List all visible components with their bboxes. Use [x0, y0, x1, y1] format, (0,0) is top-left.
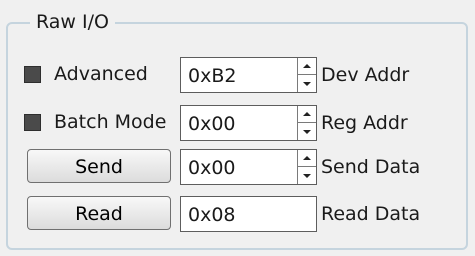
dev-addr-input[interactable]: 0xB2	[188, 64, 236, 88]
read-data-field[interactable]: 0x08	[180, 196, 317, 232]
read-data-label: Read Data	[321, 203, 421, 225]
read-button[interactable]: Read	[27, 196, 171, 230]
reg-addr-label: Reg Addr	[321, 112, 408, 134]
arrow-down-icon	[303, 129, 311, 134]
send-data-spin-up[interactable]	[298, 150, 316, 167]
arrow-up-icon	[303, 112, 311, 116]
reg-addr-spin-down[interactable]	[298, 123, 316, 140]
dev-addr-spin-down[interactable]	[298, 75, 316, 92]
dev-addr-spin-up[interactable]	[298, 58, 316, 75]
dev-addr-spinbox[interactable]: 0xB2	[180, 57, 317, 93]
advanced-checkbox-box[interactable]	[24, 65, 41, 83]
arrow-down-icon	[303, 81, 311, 86]
send-button[interactable]: Send	[27, 149, 171, 183]
dev-addr-spinner[interactable]	[297, 58, 316, 92]
read-data-input[interactable]: 0x08	[188, 203, 236, 227]
batch-mode-checkbox[interactable]: Batch Mode	[24, 104, 166, 140]
batch-mode-label: Batch Mode	[54, 111, 167, 133]
advanced-checkbox[interactable]: Advanced	[24, 56, 148, 92]
send-data-spinner[interactable]	[297, 150, 316, 184]
group-title: Raw I/O	[30, 10, 115, 34]
reg-addr-spinner[interactable]	[297, 106, 316, 140]
send-data-label: Send Data	[321, 156, 421, 178]
reg-addr-spin-up[interactable]	[298, 106, 316, 123]
arrow-down-icon	[303, 173, 311, 178]
send-data-spinbox[interactable]: 0x00	[180, 149, 317, 185]
send-data-input[interactable]: 0x00	[188, 156, 236, 180]
batch-mode-checkbox-box[interactable]	[24, 113, 41, 131]
arrow-up-icon	[303, 64, 311, 68]
send-data-spin-down[interactable]	[298, 167, 316, 184]
arrow-up-icon	[303, 156, 311, 160]
reg-addr-input[interactable]: 0x00	[188, 112, 236, 136]
reg-addr-spinbox[interactable]: 0x00	[180, 105, 317, 141]
advanced-label: Advanced	[54, 63, 148, 85]
dev-addr-label: Dev Addr	[321, 64, 410, 86]
